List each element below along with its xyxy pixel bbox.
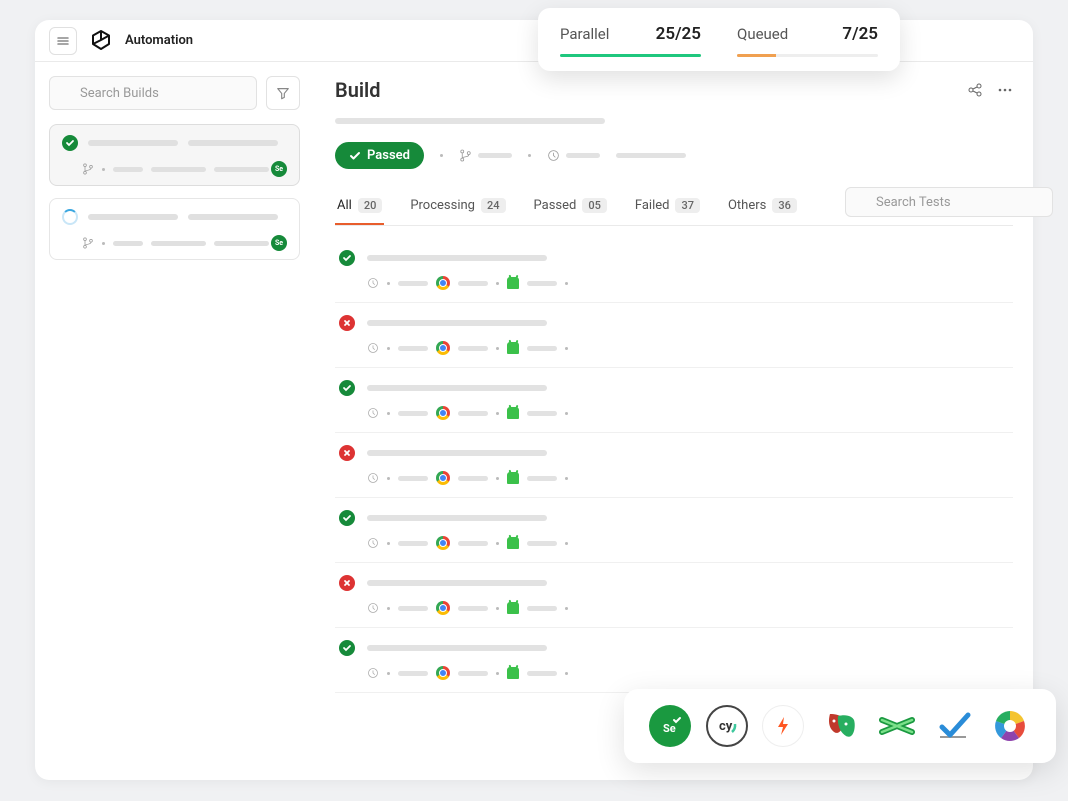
test-row[interactable]	[335, 238, 1013, 303]
more-icon	[997, 82, 1013, 98]
clock-icon	[367, 407, 379, 419]
svg-text:Se: Se	[663, 722, 676, 735]
tab-processing[interactable]: Processing 24	[408, 188, 507, 225]
queued-metric: Queued 7/25	[737, 24, 878, 57]
android-icon	[507, 667, 519, 679]
status-pass-icon	[339, 380, 355, 396]
test-row[interactable]	[335, 628, 1013, 693]
status-loading-icon	[62, 209, 78, 225]
svg-text:cy: cy	[719, 719, 733, 734]
clock-icon	[367, 602, 379, 614]
selenium-icon: Se	[649, 705, 691, 747]
tab-count: 24	[481, 198, 506, 213]
chrome-icon	[436, 471, 450, 485]
search-builds-input[interactable]	[49, 76, 257, 110]
test-row[interactable]	[335, 433, 1013, 498]
filter-builds-button[interactable]	[266, 76, 300, 110]
status-fail-icon	[339, 445, 355, 461]
content-area: Build Passed	[315, 62, 1033, 780]
capacity-card: Parallel 25/25 Queued 7/25	[538, 8, 900, 71]
tab-count: 05	[582, 198, 607, 213]
clock-icon	[367, 277, 379, 289]
status-badge: Passed	[335, 142, 424, 169]
tab-label: Others	[728, 198, 766, 213]
hamburger-icon	[56, 34, 70, 48]
framework-badge: Se	[271, 161, 287, 177]
lens-icon	[989, 705, 1031, 747]
test-row[interactable]	[335, 303, 1013, 368]
branch-icon	[82, 163, 94, 175]
tab-passed[interactable]: Passed 05	[532, 188, 609, 225]
app-title: Automation	[125, 33, 193, 48]
status-pass-icon	[339, 250, 355, 266]
build-card[interactable]: Se	[49, 198, 300, 260]
test-row[interactable]	[335, 498, 1013, 563]
tab-count: 20	[358, 198, 383, 213]
check-icon	[349, 150, 361, 162]
tabs: All 20 Processing 24 Passed 05 Failed 37 Others 3…	[335, 187, 1013, 226]
app-logo	[89, 29, 113, 53]
android-icon	[507, 472, 519, 484]
more-button[interactable]	[997, 82, 1013, 98]
branch-icon	[459, 149, 472, 162]
lightning-icon	[762, 705, 804, 747]
status-pass-icon	[339, 640, 355, 656]
test-row[interactable]	[335, 368, 1013, 433]
branch-icon	[82, 237, 94, 249]
android-icon	[507, 342, 519, 354]
chrome-icon	[436, 601, 450, 615]
chrome-icon	[436, 406, 450, 420]
chrome-icon	[436, 276, 450, 290]
sidebar: Se Se	[35, 62, 315, 780]
tab-label: All	[337, 198, 352, 213]
skeleton-line	[335, 118, 605, 124]
chrome-icon	[436, 536, 450, 550]
playwright-icon	[819, 705, 861, 747]
search-tests-input[interactable]	[845, 187, 1053, 217]
share-button[interactable]	[967, 82, 983, 98]
cypress-icon: cy	[706, 705, 748, 747]
android-icon	[507, 537, 519, 549]
tab-others[interactable]: Others 36	[726, 188, 799, 225]
parallel-metric: Parallel 25/25	[560, 24, 701, 57]
build-status-row: Passed	[335, 142, 1013, 169]
tab-all[interactable]: All 20	[335, 188, 384, 225]
clock-icon	[367, 537, 379, 549]
framework-badge: Se	[271, 235, 287, 251]
status-pass-icon	[339, 510, 355, 526]
status-fail-icon	[339, 575, 355, 591]
test-row[interactable]	[335, 563, 1013, 628]
chrome-icon	[436, 341, 450, 355]
clock-icon	[547, 149, 560, 162]
clock-icon	[367, 472, 379, 484]
tab-count: 36	[772, 198, 797, 213]
android-icon	[507, 602, 519, 614]
checkmark-tool-icon	[932, 705, 974, 747]
clock-icon	[367, 342, 379, 354]
tab-label: Processing	[410, 198, 475, 213]
status-pass-icon	[62, 135, 78, 151]
filter-icon	[276, 86, 290, 100]
android-icon	[507, 407, 519, 419]
tools-card: Se cy	[624, 689, 1056, 763]
chrome-icon	[436, 666, 450, 680]
menu-button[interactable]	[49, 27, 77, 55]
build-card[interactable]: Se	[49, 124, 300, 186]
status-fail-icon	[339, 315, 355, 331]
tab-count: 37	[675, 198, 700, 213]
build-title: Build	[335, 78, 381, 102]
testcafe-icon	[876, 705, 918, 747]
clock-icon	[367, 667, 379, 679]
tab-label: Failed	[635, 198, 670, 213]
share-icon	[967, 82, 983, 98]
tab-failed[interactable]: Failed 37	[633, 188, 702, 225]
android-icon	[507, 277, 519, 289]
tab-label: Passed	[534, 198, 577, 213]
